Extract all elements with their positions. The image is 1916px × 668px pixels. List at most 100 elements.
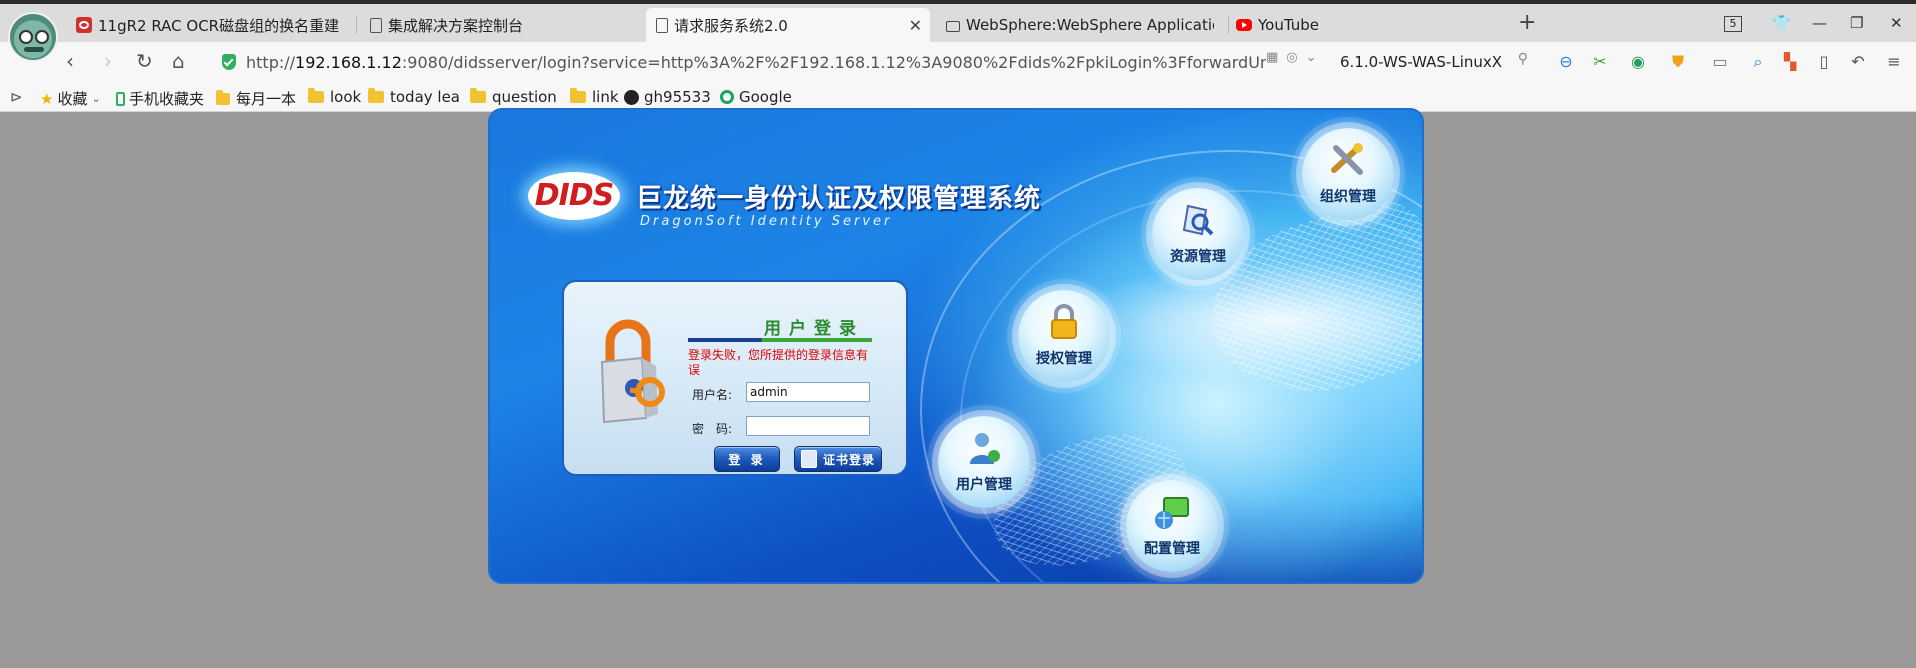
navigation-bar: ‹ › ↻ ⌂ http://192.168.1.12:9080/didsser… bbox=[0, 42, 1916, 82]
tab-websphere[interactable]: WebSphere:WebSphere Application Server bbox=[936, 8, 1224, 42]
bookmark-github[interactable]: gh95533 bbox=[624, 88, 711, 106]
github-icon bbox=[624, 89, 639, 105]
monitor-icon bbox=[1155, 497, 1189, 529]
chevron-down-icon: ⌄ bbox=[91, 92, 101, 105]
cert-login-button[interactable]: 证书登录 bbox=[794, 446, 882, 472]
page-icon bbox=[656, 17, 668, 33]
tab-label: 集成解决方案控制台 bbox=[388, 16, 524, 35]
secure-shield-icon bbox=[222, 54, 236, 70]
tools-icon bbox=[1331, 143, 1363, 175]
new-tab-button[interactable]: + bbox=[1518, 12, 1536, 34]
url-path: :9080/didsserver/login?service=http%3A%2… bbox=[401, 52, 1266, 72]
star-icon: ★ bbox=[40, 89, 54, 108]
note-icon[interactable]: ◉ bbox=[1628, 52, 1648, 72]
module-config-management[interactable]: 配置管理 bbox=[1126, 480, 1218, 572]
sidebar-toggle-icon[interactable]: ⊳ bbox=[10, 88, 23, 106]
coupon-icon[interactable]: ⛊ bbox=[1668, 52, 1688, 72]
bookmark-folder[interactable]: look bbox=[308, 88, 361, 106]
module-label: 授权管理 bbox=[1036, 351, 1092, 367]
avatar-mouth bbox=[24, 47, 44, 52]
qr-code-icon[interactable]: ▦ bbox=[1266, 50, 1286, 65]
bookmark-mobile[interactable]: 手机收藏夹 bbox=[116, 88, 204, 109]
compat-mode-icon[interactable]: ◎ bbox=[1286, 50, 1305, 65]
chevron-down-icon[interactable]: ⌄ bbox=[1306, 50, 1325, 65]
game-icon[interactable]: ▭ bbox=[1710, 52, 1730, 72]
certificate-icon bbox=[801, 450, 817, 468]
apps-grid-icon[interactable]: ▚ bbox=[1780, 52, 1800, 72]
google-icon bbox=[720, 90, 734, 104]
forward-icon[interactable]: › bbox=[104, 51, 112, 71]
resource-icon bbox=[1182, 204, 1214, 236]
phone-icon[interactable]: ▯ bbox=[1814, 52, 1834, 72]
youtube-icon bbox=[1236, 19, 1252, 31]
password-input[interactable] bbox=[746, 416, 870, 436]
bookmark-favorites[interactable]: ★ 收藏 ⌄ bbox=[40, 88, 101, 109]
bookmark-google[interactable]: Google bbox=[720, 88, 792, 106]
profile-avatar[interactable] bbox=[8, 12, 58, 62]
user-icon bbox=[970, 433, 1000, 464]
back-icon[interactable]: ‹ bbox=[66, 51, 74, 71]
module-auth-management[interactable]: 授权管理 bbox=[1018, 290, 1110, 382]
system-title: 巨龙统一身份认证及权限管理系统 bbox=[636, 184, 1042, 214]
bookmark-label: 每月一本 bbox=[235, 90, 296, 108]
folder-icon bbox=[368, 88, 384, 103]
module-resource-management[interactable]: 资源管理 bbox=[1152, 188, 1244, 280]
magnifier-icon[interactable]: ⌕ bbox=[1748, 52, 1768, 72]
module-org-management[interactable]: 组织管理 bbox=[1302, 128, 1394, 220]
login-banner: DIDS 巨龙统一身份认证及权限管理系统 DragonSoft Identity… bbox=[488, 108, 1424, 584]
tab-divider bbox=[356, 16, 357, 34]
title-underline bbox=[688, 338, 872, 342]
browser-tab-strip: 11gR2 RAC OCR磁盘组的换名重建 集成解决方案控制台 请求服务系统2.… bbox=[0, 0, 1916, 62]
translate-icon[interactable]: ⊖ bbox=[1556, 52, 1576, 72]
system-subtitle: DragonSoft Identity Server bbox=[640, 214, 893, 229]
minimize-icon[interactable]: — bbox=[1812, 14, 1827, 32]
bookmark-folder[interactable]: question bbox=[470, 88, 557, 106]
home-icon[interactable]: ⌂ bbox=[172, 51, 185, 71]
close-window-icon[interactable]: ✕ bbox=[1890, 14, 1903, 32]
bookmark-label: 手机收藏夹 bbox=[129, 90, 205, 108]
bookmark-folder[interactable]: today lea bbox=[368, 88, 460, 106]
tab-count-badge[interactable]: 5 bbox=[1724, 16, 1742, 32]
search-box[interactable]: 6.1.0-WS-WAS-LinuxX ⚲ bbox=[1340, 49, 1540, 75]
module-user-management[interactable]: 用户管理 bbox=[938, 416, 1030, 508]
phone-icon bbox=[116, 91, 125, 106]
padlock-icon bbox=[600, 319, 665, 424]
tab-console[interactable]: 集成解决方案控制台 bbox=[360, 8, 640, 42]
bookmark-label: look bbox=[330, 88, 362, 106]
username-input[interactable] bbox=[746, 382, 870, 402]
address-bar[interactable]: http://192.168.1.12:9080/didsserver/logi… bbox=[222, 49, 1312, 75]
url-host: 192.168.1.12 bbox=[295, 52, 402, 72]
tab-request-service[interactable]: 请求服务系统2.0 ✕ bbox=[646, 8, 930, 42]
url-text[interactable]: http://192.168.1.12:9080/didsserver/logi… bbox=[246, 53, 1266, 72]
bookmark-folder[interactable]: link bbox=[570, 88, 619, 106]
menu-icon[interactable]: ≡ bbox=[1884, 52, 1904, 72]
login-panel: 用户登录 登录失败，您所提供的登录信息有误 用户名: 密 码: 登 录 证书登录 bbox=[562, 280, 908, 476]
folder-icon bbox=[470, 88, 486, 103]
avatar-eye-right bbox=[35, 30, 49, 44]
tab-label: YouTube bbox=[1258, 16, 1319, 34]
password-label: 密 码: bbox=[692, 422, 733, 436]
module-label: 组织管理 bbox=[1320, 189, 1376, 205]
bookmark-folder[interactable]: 每月一本 bbox=[216, 88, 296, 109]
dids-logo: DIDS bbox=[528, 172, 620, 220]
bookmark-label: today lea bbox=[389, 88, 460, 106]
close-tab-icon[interactable]: ✕ bbox=[909, 16, 922, 35]
tab-label: WebSphere:WebSphere Application Server bbox=[966, 16, 1214, 34]
module-label: 配置管理 bbox=[1144, 541, 1200, 557]
undo-icon[interactable]: ↶ bbox=[1848, 52, 1868, 72]
search-icon[interactable]: ⚲ bbox=[1518, 51, 1528, 67]
bookmark-label: link bbox=[592, 88, 619, 106]
tab-oracle[interactable]: 11gR2 RAC OCR磁盘组的换名重建 bbox=[66, 8, 350, 42]
restore-icon[interactable]: ❐ bbox=[1850, 14, 1863, 32]
reload-icon[interactable]: ↻ bbox=[136, 51, 153, 71]
tab-label: 请求服务系统2.0 bbox=[674, 16, 788, 35]
bookmark-label: 收藏 bbox=[57, 90, 88, 108]
login-button[interactable]: 登 录 bbox=[714, 446, 780, 472]
skin-icon[interactable]: 👕 bbox=[1772, 14, 1791, 32]
module-label: 资源管理 bbox=[1170, 249, 1226, 265]
folder-icon bbox=[570, 88, 586, 103]
scissors-icon[interactable]: ✂ bbox=[1590, 52, 1610, 72]
websphere-icon bbox=[946, 20, 960, 32]
tab-youtube[interactable]: YouTube bbox=[1226, 8, 1506, 42]
bookmark-label: Google bbox=[739, 88, 792, 106]
